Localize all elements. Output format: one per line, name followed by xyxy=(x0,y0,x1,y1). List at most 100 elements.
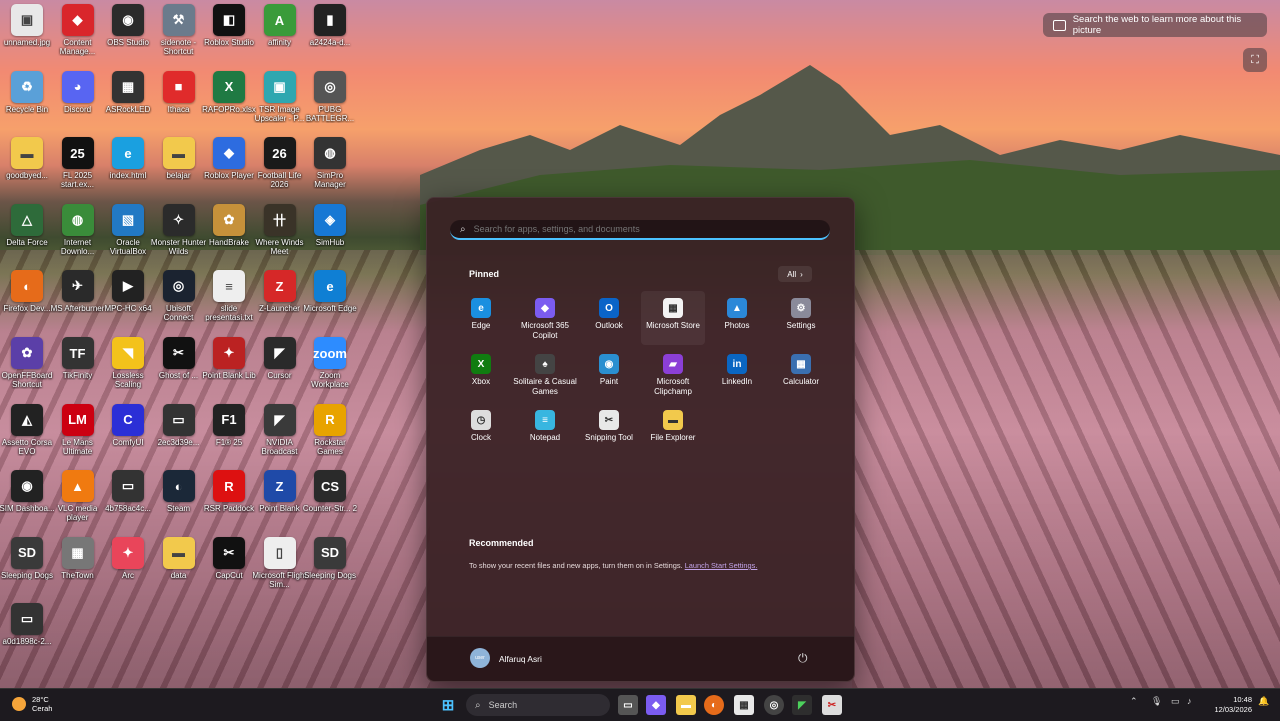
pinned-app[interactable]: X Xbox xyxy=(449,347,513,401)
pinned-app[interactable]: ◉ Paint xyxy=(577,347,641,401)
desktop-icon[interactable]: ◥ Lossless Scaling xyxy=(100,337,156,389)
desktop-icon[interactable]: ▦ TheTown xyxy=(50,536,106,580)
desktop-icon[interactable]: ◐ Firefox Dev... xyxy=(0,270,55,313)
desktop-icon[interactable]: ✂ Ghost of ... xyxy=(151,337,207,380)
nvidia-icon[interactable]: ◤ xyxy=(792,695,812,715)
desktop-icon[interactable]: ◐ Steam xyxy=(151,470,207,513)
desktop-icon[interactable]: ▣ TSR Image Upscaler - P... xyxy=(252,70,308,123)
user-name[interactable]: Alfaruq Asri xyxy=(499,654,542,664)
desktop-icon[interactable]: ▶ MPC-HC x64 xyxy=(100,270,156,313)
clock[interactable]: 10:48 12/03/2026 xyxy=(1204,695,1252,715)
desktop-icon[interactable]: R Rockstar Games xyxy=(302,403,358,456)
pinned-app[interactable]: in LinkedIn xyxy=(705,347,769,401)
bing-visual-search-button[interactable]: Search the web to learn more about this … xyxy=(1043,13,1267,37)
desktop-icon[interactable]: ▭ 2ec3d39e... xyxy=(151,403,207,447)
desktop-icon[interactable]: ◤ NVIDIA Broadcast xyxy=(252,403,308,456)
desktop-icon[interactable]: ▬ belajar xyxy=(151,137,207,180)
volume-icon[interactable]: ♪ xyxy=(1187,696,1192,706)
chrome-icon[interactable]: ◎ xyxy=(764,695,784,715)
launch-start-settings-link[interactable]: Launch Start Settings. xyxy=(685,561,758,570)
desktop-icon[interactable]: ◉ SIM Dashboa... xyxy=(0,470,55,513)
desktop-icon[interactable]: e index.html xyxy=(100,137,156,180)
pinned-app[interactable]: O Outlook xyxy=(577,291,641,345)
desktop-icon[interactable]: F1 F1® 25 xyxy=(201,403,257,447)
desktop-icon[interactable]: TF TikFinity xyxy=(50,337,106,380)
pinned-app[interactable]: ♠ Solitaire & Casual Games xyxy=(513,347,577,401)
desktop-icon[interactable]: ⚒ sidenote - Shortcut xyxy=(151,4,207,56)
desktop-icon[interactable]: ■ Ithaca xyxy=(151,70,207,114)
desktop-icon[interactable]: ▣ unnamed.jpg xyxy=(0,4,55,47)
desktop-icon[interactable]: ◎ Ubisoft Connect xyxy=(151,270,207,322)
desktop-icon[interactable]: ✿ HandBrake xyxy=(201,203,257,247)
network-icon[interactable]: ▭ xyxy=(1171,696,1180,707)
file-explorer-icon[interactable]: ▬ xyxy=(676,695,696,715)
desktop-icon[interactable]: ◍ SimPro Manager xyxy=(302,137,358,189)
pinned-app[interactable]: ≡ Notepad xyxy=(513,403,577,457)
desktop-icon[interactable]: LM Le Mans Ultimate xyxy=(50,403,106,456)
desktop-icon[interactable]: X RAFOPRo.xlsx xyxy=(201,70,257,114)
pinned-app[interactable]: e Edge xyxy=(449,291,513,345)
pinned-app[interactable]: ▦ Microsoft Store xyxy=(641,291,705,345)
pinned-app[interactable]: ▲ Photos xyxy=(705,291,769,345)
pinned-app[interactable]: ▦ Calculator xyxy=(769,347,833,401)
desktop-icon[interactable]: ▯ Microsoft Flight Sim... xyxy=(252,536,308,589)
desktop-icon[interactable]: zoom Zoom Workplace xyxy=(302,337,358,389)
all-apps-button[interactable]: All › xyxy=(778,266,812,282)
power-icon[interactable]: ⏻ xyxy=(798,651,808,666)
start-search-box[interactable]: ⌕ xyxy=(450,220,830,240)
desktop-icon[interactable]: ◭ Assetto Corsa EVO xyxy=(0,403,55,456)
desktop-icon[interactable]: 26 Football Life 2026 xyxy=(252,137,308,189)
desktop-icon[interactable]: ◈ SimHub xyxy=(302,203,358,247)
desktop-icon[interactable]: ✦ Point Blank Lib xyxy=(201,337,257,380)
desktop-icon[interactable]: ✧ Monster Hunter Wilds xyxy=(151,203,207,256)
desktop-icon[interactable]: ▬ goodbyed... xyxy=(0,137,55,180)
desktop-icon[interactable]: CS Counter-Str... 2 xyxy=(302,470,358,513)
desktop-icon[interactable]: ▲ VLC media player xyxy=(50,470,106,522)
desktop-icon[interactable]: ✦ Arc xyxy=(100,536,156,580)
desktop-icon[interactable]: ◎ PUBG BATTLEGR... xyxy=(302,70,358,123)
desktop-icon[interactable]: ▦ ASRockLED xyxy=(100,70,156,114)
desktop-icon[interactable]: Z Point Blank xyxy=(252,470,308,513)
pinned-app[interactable]: ◷ Clock xyxy=(449,403,513,457)
copilot-icon[interactable]: ◆ xyxy=(646,695,666,715)
notification-icon[interactable]: 🔔 xyxy=(1258,696,1269,707)
snipping-tool-icon[interactable]: ✂ xyxy=(822,695,842,715)
chevron-up-icon[interactable]: ⌃ xyxy=(1130,696,1138,707)
desktop-icon[interactable]: ◆ Content Manage... xyxy=(50,4,106,56)
desktop-icon[interactable]: R RSR Paddock xyxy=(201,470,257,513)
desktop-icon[interactable]: ▭ a0d1898c-2... xyxy=(0,603,55,646)
lens-button[interactable]: ⛶ xyxy=(1243,48,1267,72)
desktop-icon[interactable]: 卄 Where Winds Meet xyxy=(252,203,308,256)
microphone-icon[interactable]: 🎙 xyxy=(1151,696,1162,707)
taskbar-search[interactable]: ⌕ Search xyxy=(466,694,610,716)
desktop-icon[interactable]: ▮ a2424a-d... xyxy=(302,4,358,47)
desktop-icon[interactable]: ◤ Cursor xyxy=(252,337,308,380)
desktop-icon[interactable]: C ComfyUI xyxy=(100,403,156,447)
desktop-icon[interactable]: ▧ Oracle VirtualBox xyxy=(100,203,156,256)
pinned-app[interactable]: ▰ Microsoft Clipchamp xyxy=(641,347,705,401)
desktop-icon[interactable]: 25 FL 2025 start.ex... xyxy=(50,137,106,189)
desktop-icon[interactable]: ◆ Roblox Player xyxy=(201,137,257,180)
desktop-icon[interactable]: Z Z-Launcher xyxy=(252,270,308,313)
desktop-icon[interactable]: ▭ 4b758ac4c... xyxy=(100,470,156,513)
desktop-icon[interactable]: SD Sleeping Dogs xyxy=(302,536,358,580)
pinned-app[interactable]: ✂ Snipping Tool xyxy=(577,403,641,457)
desktop-icon[interactable]: e Microsoft Edge xyxy=(302,270,358,313)
avatar[interactable]: user xyxy=(470,648,490,668)
pinned-app[interactable]: ▬ File Explorer xyxy=(641,403,705,457)
start-search-input[interactable] xyxy=(471,223,796,235)
weather-widget[interactable]: 28°C Cerah xyxy=(12,695,52,713)
desktop-icon[interactable]: ✂ CapCut xyxy=(201,536,257,580)
desktop-icon[interactable]: ✈ MS Afterburner xyxy=(50,270,106,313)
desktop-icon[interactable]: ◍ Internet Downlo... xyxy=(50,203,106,256)
desktop-icon[interactable]: SD Sleeping Dogs xyxy=(0,536,55,580)
pinned-app[interactable]: ◆ Microsoft 365 Copilot xyxy=(513,291,577,345)
desktop-icon[interactable]: ≡ slide presentasi.txt xyxy=(201,270,257,322)
desktop-icon[interactable]: △ Delta Force xyxy=(0,203,55,247)
desktop-icon[interactable]: ◧ Roblox Studio xyxy=(201,4,257,47)
desktop-icon[interactable]: ♻ Recycle Bin xyxy=(0,70,55,114)
pinned-app[interactable]: ⚙ Settings xyxy=(769,291,833,345)
microsoft-store-icon[interactable]: ▦ xyxy=(734,695,754,715)
firefox-icon[interactable]: ◐ xyxy=(704,695,724,715)
desktop-icon[interactable]: ◕ Discord xyxy=(50,70,106,114)
